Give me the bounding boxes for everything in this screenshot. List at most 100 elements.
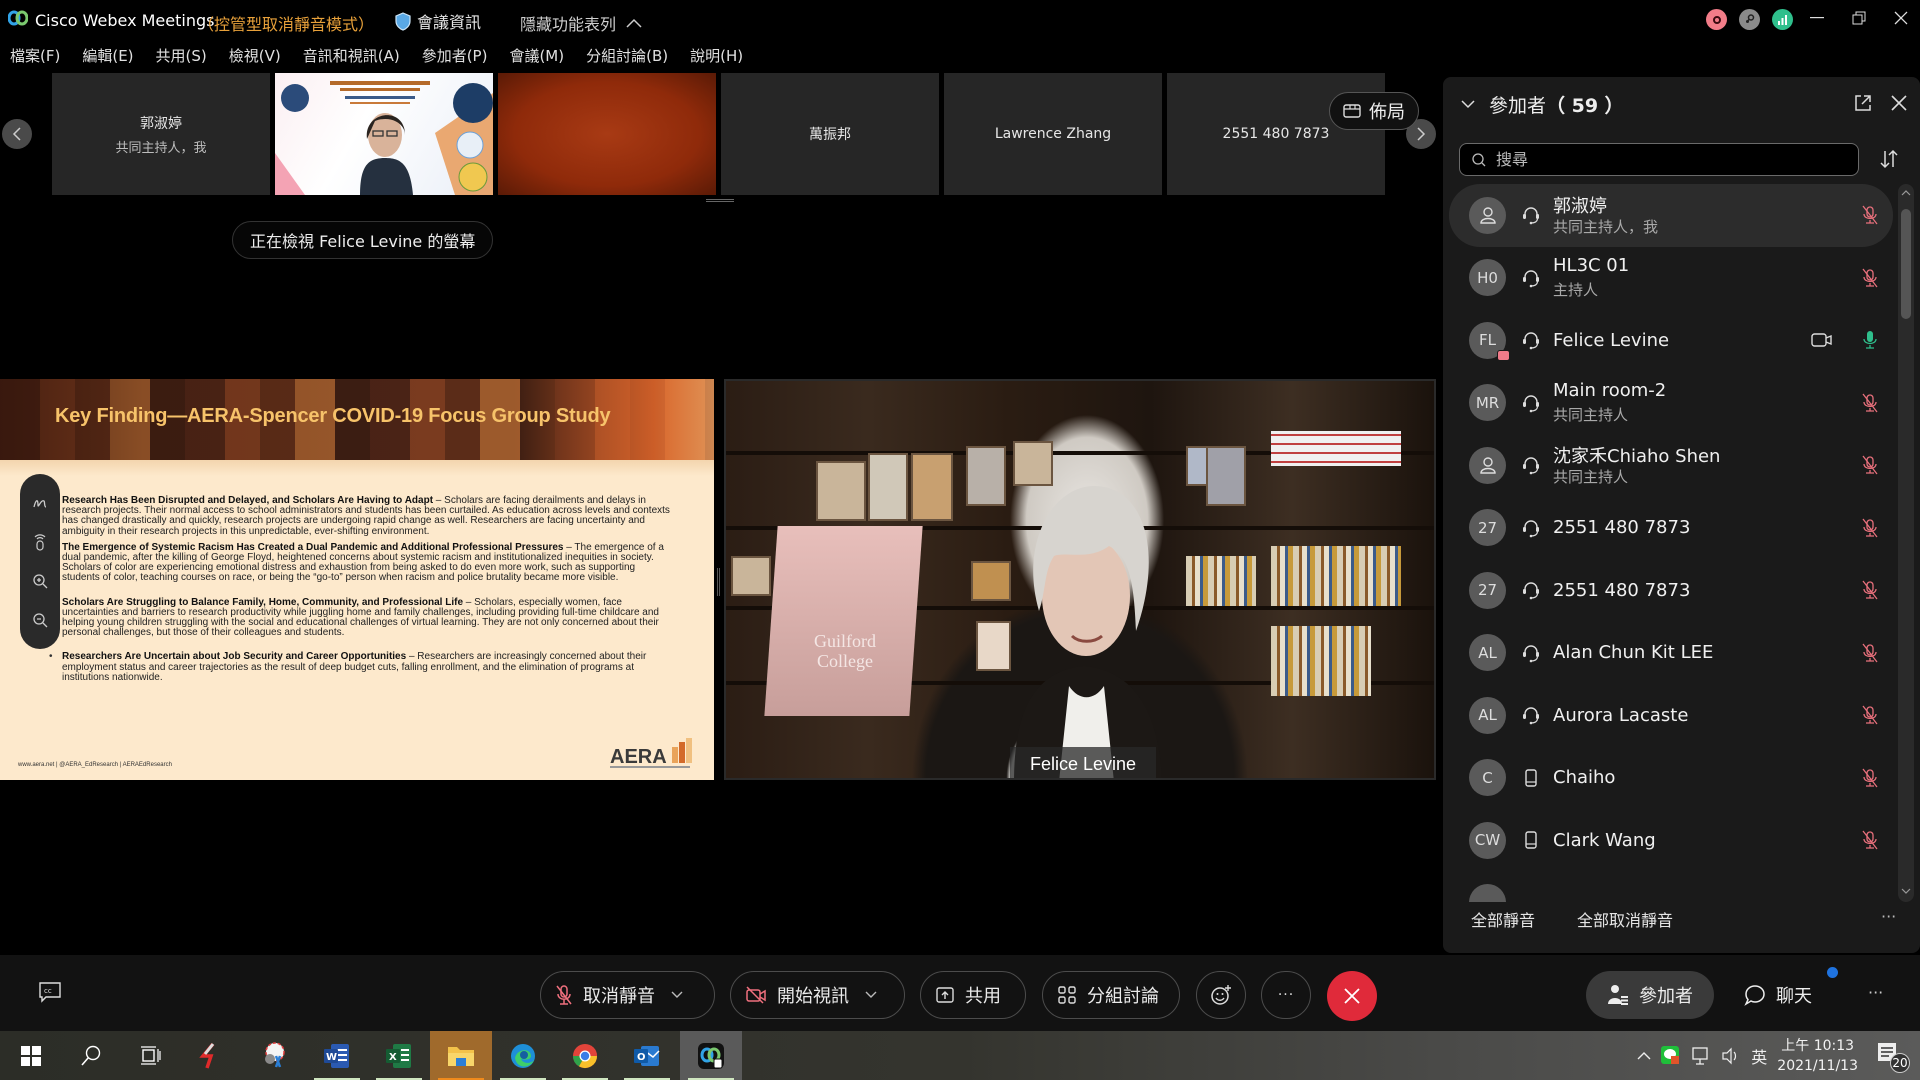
mic-muted-icon[interactable] — [1862, 518, 1878, 538]
menu-meeting[interactable]: 會議(M) — [498, 44, 575, 68]
mic-muted-icon[interactable] — [1862, 768, 1878, 788]
taskbar-word[interactable]: W — [306, 1031, 368, 1080]
minimize-button[interactable] — [1798, 0, 1836, 36]
mic-muted-icon[interactable] — [1862, 830, 1878, 850]
scroll-down-icon[interactable] — [1898, 884, 1914, 898]
participant-row[interactable]: 27 2551 480 7873 — [1449, 559, 1893, 622]
stage-split-handle[interactable] — [717, 568, 720, 596]
taskbar-file-explorer[interactable] — [430, 1031, 492, 1080]
taskbar-snipping-tool[interactable] — [244, 1031, 306, 1080]
unmute-button[interactable]: 取消靜音 — [540, 971, 715, 1019]
video-tile[interactable] — [275, 73, 493, 195]
video-camera-icon[interactable] — [1811, 331, 1833, 349]
close-window-button[interactable] — [1882, 0, 1920, 36]
menu-help[interactable]: 說明(H) — [679, 44, 754, 68]
mic-muted-icon[interactable] — [1862, 580, 1878, 600]
shared-screen[interactable]: Key Finding—AERA-Spencer COVID-19 Focus … — [0, 379, 714, 780]
breakout-button[interactable]: 分組討論 — [1042, 971, 1180, 1019]
more-panels-icon[interactable]: ··· — [1868, 983, 1883, 1002]
restore-button[interactable] — [1840, 0, 1878, 36]
menu-edit[interactable]: 編輯(E) — [71, 44, 144, 68]
taskbar-search-button[interactable] — [60, 1031, 122, 1080]
system-clock[interactable]: 上午 10:13 2021/11/13 — [1777, 1036, 1858, 1076]
participant-row[interactable]: 沈家禾Chiaho Shen 共同主持人 — [1449, 434, 1893, 497]
filmstrip-prev-button[interactable] — [2, 119, 32, 149]
mic-muted-icon[interactable] — [1862, 393, 1878, 413]
network-stats-icon[interactable] — [1772, 9, 1793, 30]
taskbar-edge[interactable] — [492, 1031, 554, 1080]
taskbar-chrome[interactable] — [554, 1031, 616, 1080]
mic-muted-icon[interactable] — [1862, 205, 1878, 225]
participant-row[interactable]: FL Felice Levine — [1449, 309, 1893, 372]
chat-panel-button[interactable]: 聊天 — [1744, 971, 1812, 1019]
video-tile[interactable]: 萬振邦 — [721, 73, 939, 195]
task-view-button[interactable] — [120, 1031, 182, 1080]
more-options-icon[interactable]: ··· — [1881, 907, 1896, 926]
popout-icon[interactable] — [1853, 93, 1873, 113]
meeting-info-button[interactable]: 會議資訊 — [395, 9, 481, 33]
link-icon[interactable] — [1739, 9, 1760, 30]
taskbar-app[interactable] — [180, 1031, 242, 1080]
mute-all-button[interactable]: 全部靜音 — [1471, 907, 1535, 931]
menu-breakout[interactable]: 分組討論(B) — [575, 44, 679, 68]
participant-row[interactable]: C Chaiho — [1449, 747, 1893, 810]
participant-row[interactable] — [1449, 872, 1893, 902]
taskbar-outlook[interactable]: O — [616, 1031, 678, 1080]
taskbar-excel[interactable]: X — [368, 1031, 430, 1080]
zoom-out-button[interactable] — [29, 609, 51, 631]
volume-icon[interactable] — [1721, 1047, 1741, 1065]
video-tile[interactable]: Lawrence Zhang — [944, 73, 1162, 195]
network-icon[interactable] — [1691, 1046, 1711, 1066]
menu-participant[interactable]: 參加者(P) — [411, 44, 499, 68]
show-hidden-icons-icon[interactable] — [1637, 1051, 1651, 1061]
taskbar-webex[interactable] — [680, 1031, 742, 1080]
unmute-all-button[interactable]: 全部取消靜音 — [1577, 907, 1673, 931]
menu-view[interactable]: 檢視(V) — [218, 44, 292, 68]
closed-captions-icon[interactable]: cc — [38, 981, 62, 1003]
input-method-indicator[interactable]: 英 — [1751, 1044, 1767, 1068]
line-app-icon[interactable] — [1661, 1045, 1681, 1066]
chevron-down-icon[interactable] — [671, 991, 683, 999]
close-icon[interactable] — [1889, 93, 1909, 113]
sort-icon[interactable] — [1878, 148, 1900, 170]
start-button[interactable] — [0, 1031, 62, 1080]
scroll-up-icon[interactable] — [1898, 186, 1914, 200]
search-input[interactable] — [1496, 150, 1836, 169]
annotate-button[interactable] — [29, 492, 51, 514]
leave-meeting-button[interactable] — [1327, 971, 1377, 1021]
action-center-button[interactable]: 20 — [1876, 1041, 1910, 1073]
mic-on-icon[interactable] — [1862, 330, 1878, 350]
menu-file[interactable]: 檔案(F) — [0, 44, 71, 68]
reactions-button[interactable] — [1196, 971, 1246, 1019]
filmstrip-resize-handle[interactable] — [706, 199, 734, 202]
active-speaker-video[interactable]: Guilford College Felice Levine — [724, 379, 1436, 780]
mic-muted-icon[interactable] — [1862, 705, 1878, 725]
participant-search[interactable] — [1459, 143, 1859, 176]
mic-muted-icon[interactable] — [1862, 455, 1878, 475]
participants-panel-button[interactable]: 參加者 — [1586, 971, 1714, 1019]
mic-muted-icon[interactable] — [1862, 643, 1878, 663]
more-controls-button[interactable]: ··· — [1261, 971, 1311, 1019]
participants-header[interactable]: 參加者（ 59 ） — [1461, 91, 1624, 118]
chevron-down-icon[interactable] — [865, 991, 877, 999]
layout-button[interactable]: 佈局 — [1329, 92, 1419, 130]
participant-row[interactable]: MR Main room-2 共同主持人 — [1449, 372, 1893, 435]
participant-row[interactable]: CW Clark Wang — [1449, 809, 1893, 872]
menu-share[interactable]: 共用(S) — [145, 44, 218, 68]
participant-row[interactable]: 郭淑婷 共同主持人，我 — [1449, 184, 1893, 247]
participant-row[interactable]: AL Alan Chun Kit LEE — [1449, 622, 1893, 685]
share-button[interactable]: 共用 — [920, 971, 1026, 1019]
video-tile[interactable]: 郭淑婷 共同主持人，我 — [52, 73, 270, 195]
chevron-down-icon[interactable] — [1461, 100, 1475, 109]
hide-menu-bar-button[interactable]: 隱藏功能表列 — [520, 11, 642, 35]
remote-control-button[interactable] — [29, 531, 51, 553]
video-tile[interactable] — [498, 73, 716, 195]
participant-row[interactable]: AL Aurora Lacaste — [1449, 684, 1893, 747]
scrollbar-thumb[interactable] — [1901, 209, 1911, 319]
zoom-in-button[interactable] — [29, 570, 51, 592]
participant-row[interactable]: H0 HL3C 01 主持人 — [1449, 247, 1893, 310]
start-video-button[interactable]: 開始視訊 — [730, 971, 905, 1019]
participant-row[interactable]: 27 2551 480 7873 — [1449, 497, 1893, 560]
participant-list-scrollbar[interactable] — [1898, 184, 1914, 902]
recording-icon[interactable] — [1706, 9, 1727, 30]
